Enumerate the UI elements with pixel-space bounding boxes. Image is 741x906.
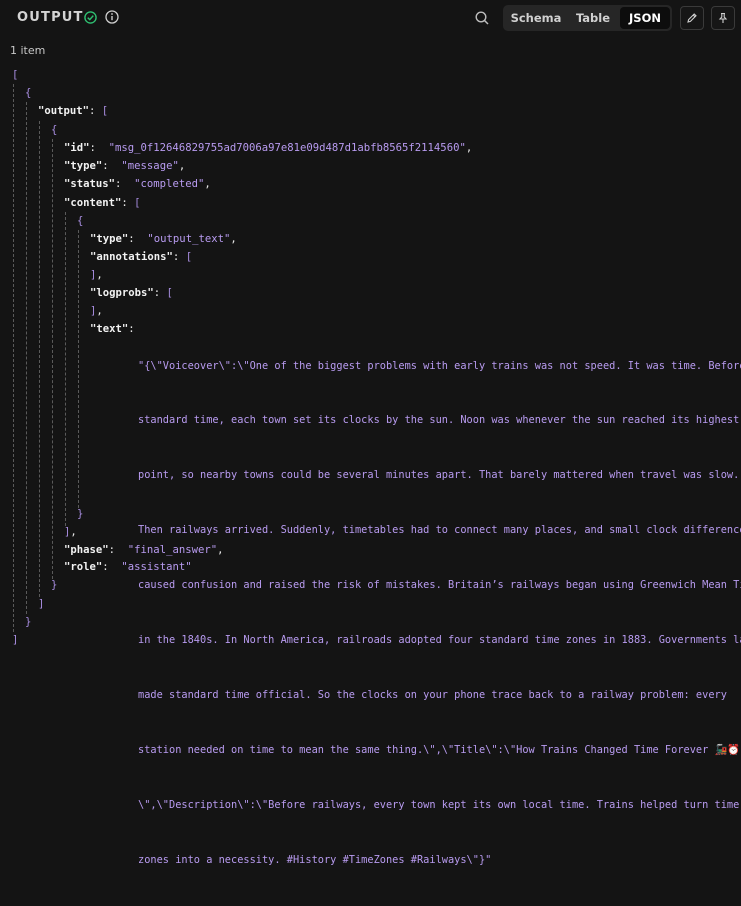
json-annotations-line: "annotations": [ xyxy=(90,251,193,263)
text-line: "{\"Voiceover\":\"One of the biggest pro… xyxy=(138,359,741,372)
search-icon[interactable] xyxy=(474,10,490,26)
panel-title: OUTPUT xyxy=(17,10,84,25)
text-line: Then railways arrived. Suddenly, timetab… xyxy=(138,524,741,537)
tab-json[interactable]: JSON xyxy=(620,7,670,29)
text-line: zones into a necessity. #History #TimeZo… xyxy=(138,853,492,866)
json-annotations-close: ], xyxy=(90,269,103,281)
json-punct: [ xyxy=(101,105,109,117)
json-key: "output" xyxy=(38,105,90,117)
json-object-open: { xyxy=(51,124,58,136)
json-logprobs-close: ], xyxy=(90,305,103,317)
view-mode-switcher: Schema Table JSON xyxy=(503,5,672,31)
json-status-line: "status": "completed", xyxy=(64,178,211,190)
indent-guide xyxy=(78,230,79,508)
json-key: "logprobs" xyxy=(90,287,154,299)
json-punct: [ xyxy=(166,287,173,299)
edit-button[interactable] xyxy=(680,6,704,30)
text-line: standard time, each town set its clocks … xyxy=(138,414,740,427)
json-value: "msg_0f12646829755ad7006a97e81e09d487d1a… xyxy=(108,142,466,154)
json-key: "type" xyxy=(90,233,129,245)
text-line: point, so nearby towns could be several … xyxy=(138,469,740,482)
json-key: "role" xyxy=(64,561,103,573)
json-object-close: } xyxy=(77,508,84,520)
json-text-value: "{\"Voiceover\":\"One of the biggest pro… xyxy=(138,320,741,906)
pin-button[interactable] xyxy=(711,6,735,30)
tab-table[interactable]: Table xyxy=(567,7,619,29)
json-inner-type-line: "type": "output_text", xyxy=(90,233,237,245)
info-icon[interactable] xyxy=(105,10,119,24)
json-phase-line: "phase": "final_answer", xyxy=(64,544,224,556)
output-header: OUTPUT Schema Table JSON xyxy=(0,0,741,36)
json-value: "final_answer" xyxy=(127,544,218,556)
pin-icon xyxy=(718,12,728,23)
success-check-icon xyxy=(84,11,97,24)
json-text-key-line: "text": xyxy=(90,323,135,335)
json-punct: [ xyxy=(134,197,141,209)
json-object-open: { xyxy=(25,87,32,99)
json-array-close: ] xyxy=(38,598,45,610)
indent-guide xyxy=(13,84,14,632)
json-value: "output_text" xyxy=(147,233,231,245)
json-punct: ] xyxy=(64,526,71,538)
text-line: caused confusion and raised the risk of … xyxy=(138,579,741,592)
indent-guide xyxy=(65,212,66,526)
json-key: "status" xyxy=(64,178,116,190)
json-value: "message" xyxy=(121,160,179,172)
text-line: station needed on time to mean the same … xyxy=(138,743,741,756)
indent-guide xyxy=(52,139,53,579)
json-content-close: ], xyxy=(64,526,77,538)
json-key: "text" xyxy=(90,323,129,335)
json-key: "annotations" xyxy=(90,251,173,263)
json-logprobs-line: "logprobs": [ xyxy=(90,287,173,299)
pencil-icon xyxy=(687,13,697,23)
json-key: "id" xyxy=(64,142,90,154)
json-punct: [ xyxy=(185,251,193,263)
item-count: 1 item xyxy=(10,44,46,57)
json-content-line: "content": [ xyxy=(64,197,141,209)
json-object-close: } xyxy=(25,616,32,628)
json-object-open: { xyxy=(77,215,84,227)
json-id-line: "id": "msg_0f12646829755ad7006a97e81e09d… xyxy=(64,142,473,154)
json-type-line: "type": "message", xyxy=(64,160,186,172)
json-punct: ] xyxy=(90,269,97,281)
json-punct: ] xyxy=(90,305,97,317)
json-key: "content" xyxy=(64,197,122,209)
indent-guide xyxy=(39,121,40,597)
json-key: "type" xyxy=(64,160,103,172)
text-line: \",\"Description\":\"Before railways, ev… xyxy=(138,798,740,811)
json-root-open: [ xyxy=(12,69,19,81)
text-line: made standard time official. So the cloc… xyxy=(138,688,727,701)
json-value: "assistant" xyxy=(121,561,192,573)
json-root-close: ] xyxy=(12,634,19,646)
json-output-line: "output": [ xyxy=(38,105,109,117)
json-value: "completed" xyxy=(134,178,205,190)
tab-schema[interactable]: Schema xyxy=(505,7,567,29)
json-key: "phase" xyxy=(64,544,109,556)
json-object-close: } xyxy=(51,579,58,591)
text-line: in the 1840s. In North America, railroad… xyxy=(138,634,741,647)
indent-guide xyxy=(26,102,27,614)
json-role-line: "role": "assistant" xyxy=(64,561,192,573)
